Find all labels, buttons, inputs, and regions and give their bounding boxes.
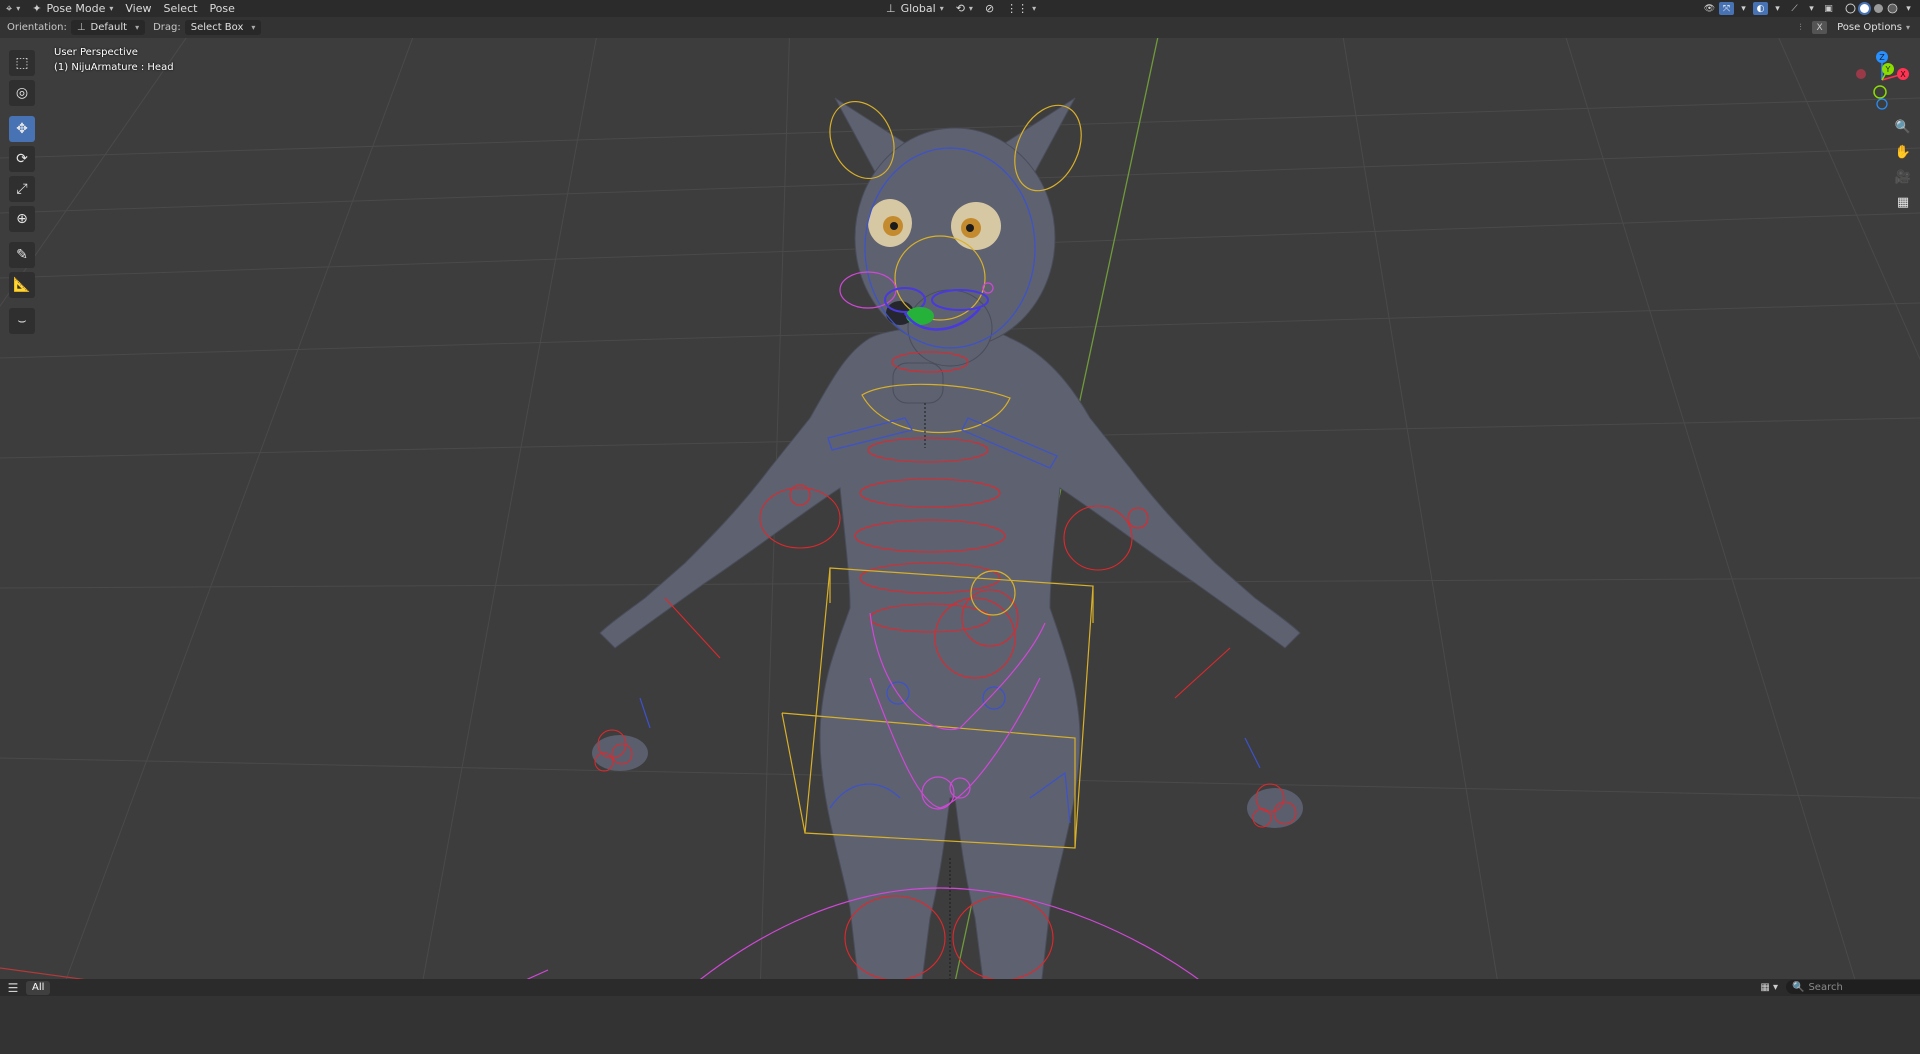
chevron-down-icon[interactable]: ▾: [1804, 2, 1819, 15]
search-icon: 🔍: [1792, 981, 1805, 993]
orientation-field-label: Orientation:: [7, 22, 67, 33]
orientation-dropdown-value: Default: [90, 22, 128, 33]
transform-tool[interactable]: ⊕: [9, 206, 35, 232]
orientation-label: Global: [900, 2, 936, 15]
neg-z-handle[interactable]: [1876, 98, 1888, 110]
editor-type-icon: ⌖: [6, 1, 13, 15]
relax-pose-icon: ⌣: [17, 313, 27, 329]
x-axis-label: X: [1900, 70, 1906, 79]
viewport-scene: [0, 38, 1920, 996]
chevron-down-icon: ▾: [968, 4, 973, 13]
chevron-down-icon[interactable]: ▾: [1770, 2, 1785, 15]
timeline-header: ☰ All ▦ ▾ 🔍: [0, 979, 1920, 996]
chevron-down-icon: ▾: [135, 23, 140, 32]
rendered-shading-icon[interactable]: [1886, 2, 1899, 15]
chevron-down-icon: ▾: [1032, 4, 1037, 13]
transform-controls: ⊥ Global ▾ ⟲ ▾ ⊘ ⋮⋮ ▾: [880, 0, 1042, 17]
timeline-right-controls: ▦ ▾ 🔍: [1760, 980, 1920, 994]
pivot-point-selector[interactable]: ⟲ ▾: [950, 0, 979, 17]
select-box-icon: ⬚: [15, 55, 29, 71]
scale-tool[interactable]: ⤢: [9, 176, 35, 202]
navigation-gizmo[interactable]: Z Y X: [1850, 48, 1914, 112]
orientation-icon: ⊥: [886, 2, 896, 15]
snap-icon: ⊘: [984, 2, 995, 15]
viewport-header: ⌖ ▾ ✦ Pose Mode ▾ View Select Pose ⊥ Glob…: [0, 0, 1920, 17]
pose-options-dropdown[interactable]: Pose Options ▾: [1831, 20, 1916, 35]
relax-pose-tool[interactable]: ⌣: [9, 308, 35, 334]
snap-toggle[interactable]: ⊘: [979, 0, 1000, 17]
hamburger-menu-icon[interactable]: ☰: [0, 981, 26, 995]
measure-icon: 📐: [13, 277, 31, 293]
filter-all-tab[interactable]: All: [26, 980, 51, 995]
blender-window: ⌖ ▾ ✦ Pose Mode ▾ View Select Pose ⊥ Glob…: [0, 0, 1920, 1054]
y-axis-label: Y: [1885, 65, 1891, 74]
tool-settings-right: ⫶ X Pose Options ▾: [1793, 20, 1916, 35]
scale-icon: ⤢: [16, 181, 28, 197]
neg-y-handle[interactable]: [1873, 85, 1887, 99]
move-icon: ✥: [16, 121, 28, 137]
pan-icon[interactable]: ✋: [1892, 141, 1914, 163]
cursor-icon: ◎: [15, 85, 29, 101]
rotate-icon: ⟳: [16, 151, 28, 167]
menu-pose[interactable]: Pose: [203, 0, 240, 17]
chevron-down-icon[interactable]: ▾: [1736, 2, 1751, 15]
rotate-tool[interactable]: ⟳: [9, 146, 35, 172]
chevron-down-icon[interactable]: ▾: [1901, 2, 1916, 15]
overlays-toggle-icon[interactable]: ◐: [1753, 2, 1768, 15]
annotate-tool[interactable]: ✎: [9, 242, 35, 268]
view-type-icon[interactable]: ▦ ▾: [1760, 982, 1778, 993]
chevron-down-icon: ▾: [1905, 23, 1910, 32]
timeline-area[interactable]: [0, 996, 1920, 1054]
xray-toggle-icon[interactable]: ▣: [1821, 2, 1836, 15]
drag-dropdown-value: Select Box: [190, 22, 244, 33]
z-axis-label: Z: [1879, 53, 1885, 62]
tool-shelf: ⬚ ◎ ✥ ⟳ ⤢ ⊕ ✎ 📐 ⌣: [9, 50, 37, 338]
drag-dropdown[interactable]: Select Box ▾: [184, 20, 262, 35]
x-mirror-toggle[interactable]: X: [1812, 21, 1828, 34]
select-box-tool[interactable]: ⬚: [9, 50, 35, 76]
transform-icon: ⊕: [16, 211, 28, 227]
header-right-controls: 👁 ⤧ ▾ ◐ ▾ ⟋ ▾ ▣ ▾: [1702, 0, 1916, 17]
search-box[interactable]: 🔍: [1786, 980, 1920, 994]
bone-overlay-icon[interactable]: ⟋: [1787, 2, 1802, 15]
snap-increment-icon: ⋮⋮: [1006, 2, 1029, 15]
orientation-dropdown[interactable]: ⊥ Default ▾: [70, 20, 146, 35]
active-object-label: (1) NijuArmature : Head: [54, 62, 174, 73]
search-input[interactable]: [1808, 981, 1909, 993]
pose-options-label: Pose Options: [1837, 22, 1902, 33]
ortho-toggle-icon[interactable]: ▦: [1892, 191, 1914, 213]
chevron-down-icon: ▾: [16, 4, 21, 13]
visibility-icon[interactable]: 👁: [1702, 2, 1717, 15]
wireframe-shading-icon[interactable]: [1844, 2, 1857, 15]
material-shading-icon[interactable]: [1872, 2, 1885, 15]
mode-selector[interactable]: ✦ Pose Mode ▾: [26, 0, 119, 17]
move-tool[interactable]: ✥: [9, 116, 35, 142]
view-name-label: User Perspective: [54, 47, 138, 58]
menu-view[interactable]: View: [119, 0, 157, 17]
mirror-icon[interactable]: ⫶: [1793, 21, 1808, 34]
chevron-down-icon: ▾: [939, 4, 944, 13]
3d-viewport[interactable]: User Perspective (1) NijuArmature : Head…: [0, 38, 1920, 996]
neg-x-handle[interactable]: [1856, 69, 1866, 79]
pose-mode-icon: ✦: [32, 2, 42, 15]
solid-shading-icon[interactable]: [1858, 2, 1871, 15]
chevron-down-icon: ▾: [109, 4, 114, 13]
gizmo-toggle-icon[interactable]: ⤧: [1719, 2, 1734, 15]
shading-mode-group: [1844, 2, 1899, 15]
snap-target-selector[interactable]: ⋮⋮ ▾: [1000, 0, 1042, 17]
measure-tool[interactable]: 📐: [9, 272, 35, 298]
menu-select[interactable]: Select: [158, 0, 204, 17]
mode-label: Pose Mode: [46, 2, 106, 15]
orientation-default-icon: ⊥: [76, 22, 86, 33]
annotate-icon: ✎: [16, 247, 28, 263]
tool-settings-bar: Orientation: ⊥ Default ▾ Drag: Select Bo…: [0, 17, 1920, 38]
drag-field-label: Drag:: [153, 22, 181, 33]
cursor-tool[interactable]: ◎: [9, 80, 35, 106]
editor-type-selector[interactable]: ⌖ ▾: [0, 0, 26, 17]
chevron-down-icon: ▾: [251, 23, 256, 32]
pivot-icon: ⟲: [955, 2, 965, 15]
transform-orientation-selector[interactable]: ⊥ Global ▾: [880, 0, 950, 17]
zoom-icon[interactable]: 🔍: [1892, 116, 1914, 138]
camera-view-icon[interactable]: 🎥: [1892, 166, 1914, 188]
